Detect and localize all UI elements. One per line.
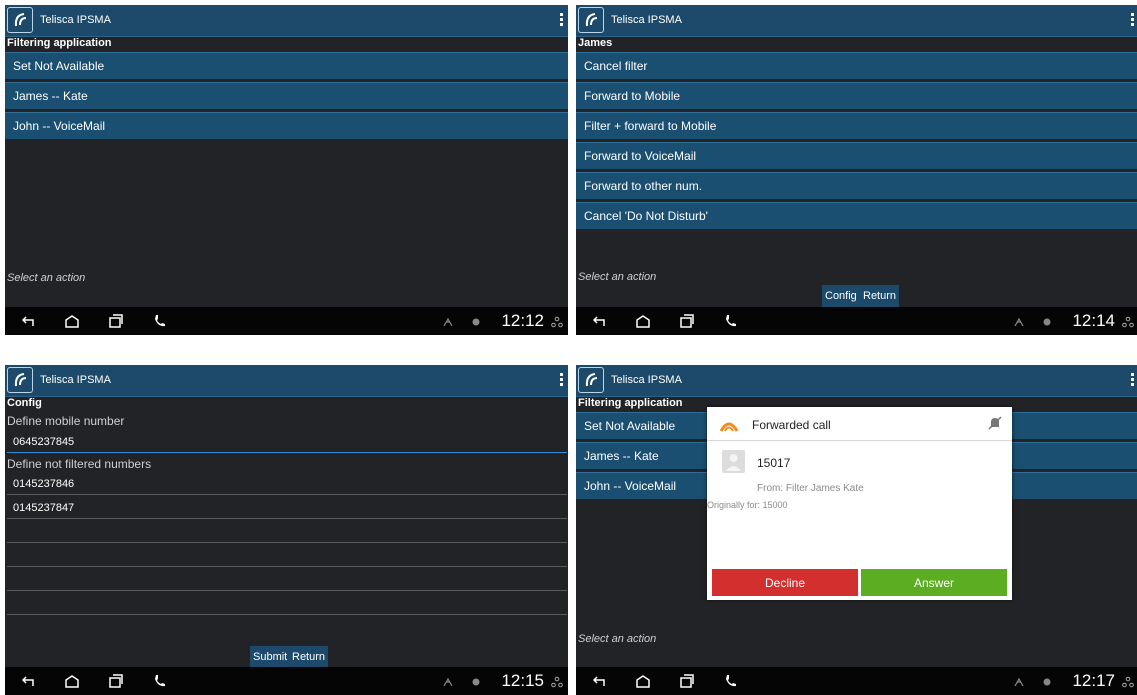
signal-icon [470,675,482,687]
navigation-bar: 12:15 [5,667,568,695]
clock: 12:17 [1072,671,1115,690]
screen-subheading: Config [7,397,42,409]
list-item-john-voicemail[interactable]: John -- VoiceMail [5,112,568,139]
dialog-title: Forwarded call [752,418,831,432]
notification-icon[interactable] [442,315,454,327]
signal-icon [1041,675,1053,687]
navigation-bar: 12:17 [576,667,1137,695]
network-icon [551,315,563,328]
signal-icon [470,315,482,327]
recent-apps-icon[interactable] [108,673,124,689]
title-bar: Telisca IPSMA [576,5,1137,37]
navigation-bar: 12:14 [576,307,1137,335]
recent-apps-icon[interactable] [679,313,695,329]
screen-james-actions: Telisca IPSMA James Cancel filter Forwar… [576,5,1137,335]
list-item-forward-to-voicemail[interactable]: Forward to VoiceMail [576,142,1137,169]
originally-for-text: Originally for: 15000 [707,500,788,510]
overflow-menu-icon[interactable] [558,13,564,29]
back-icon[interactable] [21,313,37,329]
not-filtered-number-input[interactable] [7,521,567,543]
network-icon [1122,675,1134,688]
clock: 12:12 [501,311,544,330]
status-text: Select an action [578,271,657,283]
back-icon[interactable] [592,313,608,329]
clock: 12:14 [1072,311,1115,330]
screen-subheading: James [578,37,613,49]
home-icon[interactable] [635,673,651,689]
screen-filtering-application: Telisca IPSMA Filtering application Set … [5,5,568,335]
home-icon[interactable] [64,673,80,689]
not-filtered-numbers-label: Define not filtered numbers [7,457,152,471]
answer-button[interactable]: Answer [861,569,1007,596]
back-icon[interactable] [21,673,37,689]
home-icon[interactable] [64,313,80,329]
list-item-cancel-do-not-disturb[interactable]: Cancel 'Do Not Disturb' [576,202,1137,229]
not-filtered-number-input[interactable]: 0145237846 [7,473,567,495]
title-bar: Telisca IPSMA [5,5,568,37]
not-filtered-number-input[interactable]: 0145237847 [7,497,567,519]
navigation-bar: 12:12 [5,307,568,335]
network-icon [1122,315,1134,328]
status-text: Select an action [7,272,86,284]
home-icon[interactable] [635,313,651,329]
app-title: Telisca IPSMA [40,374,111,386]
title-bar: Telisca IPSMA [576,365,1137,397]
decline-button[interactable]: Decline [712,569,858,596]
recent-apps-icon[interactable] [108,313,124,329]
telisca-logo-icon [578,367,604,393]
app-title: Telisca IPSMA [611,374,682,386]
clock: 12:15 [501,671,544,690]
not-filtered-number-input[interactable] [7,545,567,567]
caller-avatar-icon [722,450,745,473]
network-icon [551,675,563,688]
return-button[interactable]: Return [860,285,900,307]
mobile-number-input[interactable]: 0645237845 [7,431,567,453]
telisca-logo-icon [7,7,33,33]
dialog-divider [707,440,1012,441]
phone-icon[interactable] [152,673,168,689]
signal-icon [1041,315,1053,327]
mobile-number-label: Define mobile number [7,414,125,428]
mute-notification-icon[interactable] [987,415,1003,431]
forwarded-call-dialog: Forwarded call 15017 From: Filter James … [707,407,1012,600]
telisca-logo-icon [7,367,33,393]
overflow-menu-icon[interactable] [1129,373,1135,389]
notification-icon[interactable] [1013,315,1025,327]
screen-forwarded-call: Telisca IPSMA Filtering application Set … [576,365,1137,695]
incoming-call-icon [719,417,739,433]
list-item-set-not-available[interactable]: Set Not Available [5,52,568,79]
list-item-james-kate[interactable]: James -- Kate [5,82,568,109]
submit-button[interactable]: Submit [250,646,291,668]
overflow-menu-icon[interactable] [1129,13,1135,29]
phone-icon[interactable] [723,313,739,329]
call-from-text: From: Filter James Kate [757,483,864,494]
not-filtered-number-input[interactable] [7,569,567,591]
screen-subheading: Filtering application [578,397,683,409]
notification-icon[interactable] [442,675,454,687]
screen-subheading: Filtering application [7,37,112,49]
caller-number: 15017 [757,456,791,470]
status-text: Select an action [578,633,657,645]
telisca-logo-icon [578,7,604,33]
notification-icon[interactable] [1013,675,1025,687]
return-button[interactable]: Return [289,646,329,668]
list-item-filter-forward-mobile[interactable]: Filter + forward to Mobile [576,112,1137,139]
title-bar: Telisca IPSMA [5,365,568,397]
recent-apps-icon[interactable] [679,673,695,689]
list-item-forward-to-mobile[interactable]: Forward to Mobile [576,82,1137,109]
screen-config: Telisca IPSMA Config Define mobile numbe… [5,365,568,695]
app-title: Telisca IPSMA [611,14,682,26]
not-filtered-number-input[interactable] [7,593,567,615]
overflow-menu-icon[interactable] [558,373,564,389]
app-title: Telisca IPSMA [40,14,111,26]
list-item-forward-other-number[interactable]: Forward to other num. [576,172,1137,199]
list-item-cancel-filter[interactable]: Cancel filter [576,52,1137,79]
phone-icon[interactable] [152,313,168,329]
back-icon[interactable] [592,673,608,689]
config-button[interactable]: Config [822,285,860,307]
phone-icon[interactable] [723,673,739,689]
